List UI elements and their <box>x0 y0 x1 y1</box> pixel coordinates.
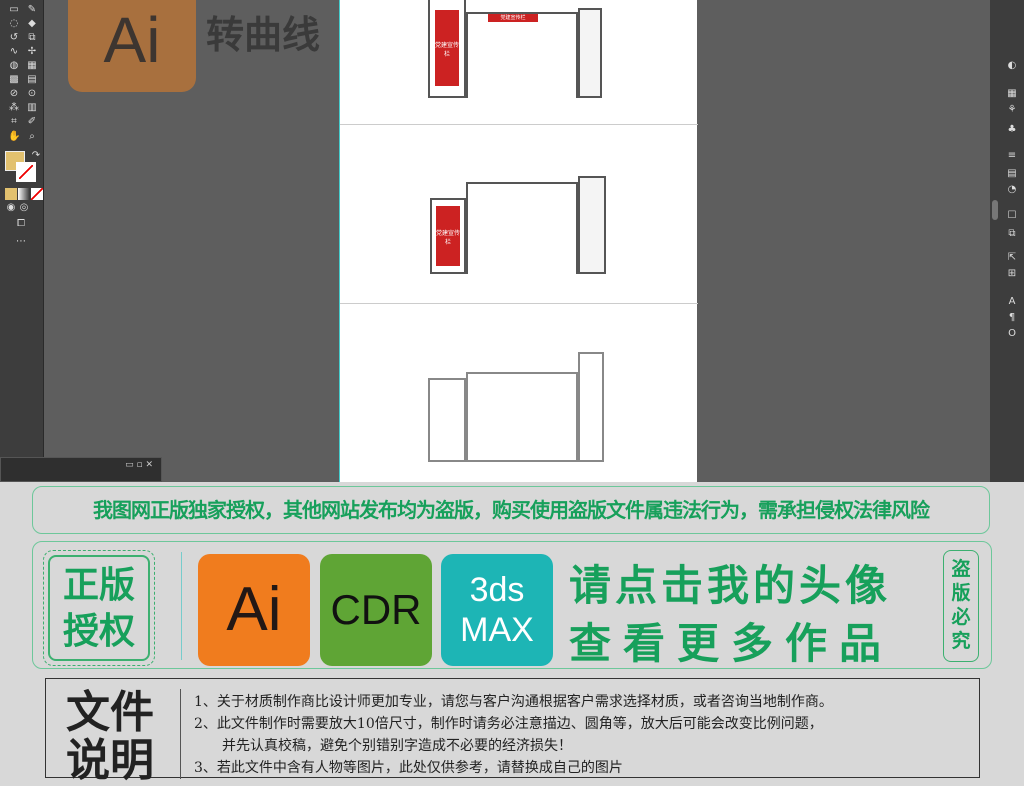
shape-builder-icon[interactable]: ◍ <box>8 60 20 72</box>
piracy-badge: 盗版必究 <box>943 550 979 662</box>
draw-normal-icon[interactable]: ◉ <box>5 202 17 214</box>
scale-tool-icon[interactable]: ⧉ <box>26 32 38 44</box>
canvas-title: 转曲线 <box>206 13 321 57</box>
floating-panel[interactable]: ▭ ▫ ✕ <box>0 457 162 482</box>
ai-badge: Ai <box>198 554 310 666</box>
artboard: 党建宣传栏 党建宣传栏 党建宣传栏 <box>339 0 698 482</box>
slice-tool-icon[interactable]: ✐ <box>26 116 38 128</box>
note-item: 并先认真校稿，避免个别错别字造成不必要的经济损失！ <box>222 738 572 754</box>
brushes-icon[interactable]: ⚘ <box>1006 104 1018 116</box>
file-notes: 文件说明 1、关于材质制作商比设计师更加专业，请您与客户沟通根据客户需求选择材质… <box>45 678 980 785</box>
illustrator-workspace: ▭ ✎ ◌ ◆ ↺ ⧉ ∿ ✢ ◍ ▦ ▩ ▤ ⊘ ⊙ ⁂ ▥ ⌗ ✐ ✋ ⌕ … <box>0 0 1024 482</box>
screen-mode-icon[interactable]: ⧠ <box>15 218 27 230</box>
export-icon[interactable]: ⇱ <box>1006 252 1018 264</box>
red-board: 党建宣传栏 <box>436 206 460 266</box>
badge-line: 正版 <box>62 565 135 606</box>
paragraph-icon[interactable]: ¶ <box>1006 312 1018 324</box>
swatches-icon[interactable]: ▦ <box>1006 88 1018 100</box>
shelter-frame <box>466 372 578 462</box>
gradient-mode-icon[interactable] <box>18 188 30 200</box>
blend-tool-icon[interactable]: ⊙ <box>26 88 38 100</box>
blob-brush-tool-icon[interactable]: ◌ <box>8 18 20 30</box>
swap-colors-icon[interactable]: ↷ <box>30 150 42 162</box>
color-mode-icon[interactable] <box>5 188 17 200</box>
red-board: 党建宣传栏 <box>435 10 459 86</box>
side-panel <box>578 176 606 274</box>
badge-line: 授权 <box>62 611 135 652</box>
right-panels <box>990 0 1024 482</box>
puppet-warp-icon[interactable]: ✢ <box>26 46 38 58</box>
artboard-tool-icon[interactable]: ⌗ <box>8 116 20 128</box>
none-mode-icon[interactable] <box>31 188 43 200</box>
ai-logo: Ai <box>68 0 196 92</box>
note-item: 2、此文件制作时需要放大10倍尺寸，制作时请务必注意描边、圆角等，放大后可能会改… <box>194 716 823 732</box>
promo-line-2[interactable]: 查看更多作品 <box>569 610 893 671</box>
top-sign: 党建宣传栏 <box>488 14 538 22</box>
tools-panel: ▭ ✎ ◌ ◆ ↺ ⧉ ∿ ✢ ◍ ▦ ▩ ▤ ⊘ ⊙ ⁂ ▥ ⌗ ✐ ✋ ⌕ … <box>0 0 44 482</box>
symbols-icon[interactable]: ♣ <box>1006 124 1018 136</box>
genuine-license-badge: 正版 授权 <box>43 550 155 666</box>
character-icon[interactable]: A <box>1006 296 1018 308</box>
divider <box>180 689 181 779</box>
divider <box>181 552 182 660</box>
mesh-tool-icon[interactable]: ▩ <box>8 74 20 86</box>
paintbrush-tool-icon[interactable]: ✎ <box>26 4 38 16</box>
hand-tool-icon[interactable]: ✋ <box>8 131 20 143</box>
badge-line: 3ds <box>469 571 525 609</box>
more-tools-icon[interactable]: ⋯ <box>15 236 27 248</box>
note-item: 3、若此文件中含有人物等图片，此处仅供参考，请替换成自己的图片 <box>194 760 623 776</box>
eraser-tool-icon[interactable]: ◆ <box>26 18 38 30</box>
divider <box>340 303 698 304</box>
rectangle-tool-icon[interactable]: ▭ <box>8 4 20 16</box>
graph-tool-icon[interactable]: ▥ <box>26 102 38 114</box>
appearance-icon[interactable]: ☐ <box>1006 210 1018 222</box>
cdr-badge: CDR <box>320 554 432 666</box>
kiosk-frame <box>428 378 466 462</box>
layers-icon[interactable]: ⧉ <box>1006 228 1018 240</box>
shelter-frame <box>466 182 578 274</box>
scrollbar[interactable] <box>992 200 998 220</box>
zoom-tool-icon[interactable]: ⌕ <box>26 131 38 143</box>
window-controls-icon[interactable]: ▭ ▫ ✕ <box>125 460 153 470</box>
opentype-icon[interactable]: O <box>1006 328 1018 340</box>
draw-behind-icon[interactable]: ◎ <box>18 202 30 214</box>
symbol-sprayer-icon[interactable]: ⁂ <box>8 102 20 114</box>
transparency-icon[interactable]: ◔ <box>1006 184 1018 196</box>
panel-icon[interactable]: ◐ <box>1006 60 1018 72</box>
gradient-tool-icon[interactable]: ▤ <box>26 74 38 86</box>
eyedropper-icon[interactable]: ⊘ <box>8 88 20 100</box>
divider <box>340 124 698 125</box>
rotate-tool-icon[interactable]: ↺ <box>8 32 20 44</box>
gradient-icon[interactable]: ▤ <box>1006 168 1018 180</box>
3dsmax-badge: 3ds MAX <box>441 554 553 666</box>
note-item: 1、关于材质制作商比设计师更加专业，请您与客户沟通根据客户需求选择材质，或者咨询… <box>194 694 833 710</box>
badge-line: MAX <box>460 611 534 649</box>
notes-title: 文件说明 <box>66 687 154 786</box>
artboards-icon[interactable]: ⊞ <box>1006 268 1018 280</box>
promo-line-1[interactable]: 请点击我的头像 <box>569 552 891 613</box>
warp-tool-icon[interactable]: ∿ <box>8 46 20 58</box>
copyright-banner: 我图网正版独家授权，其他网站发布均为盗版，购买使用盗版文件属违法行为，需承担侵权… <box>32 486 990 534</box>
promo-box: 正版 授权 Ai CDR 3ds MAX 请点击我的头像 查看更多作品 盗版必究 <box>32 541 992 669</box>
perspective-grid-icon[interactable]: ▦ <box>26 60 38 72</box>
stroke-color-swatch[interactable] <box>16 162 36 182</box>
side-panel <box>578 8 602 98</box>
side-panel <box>578 352 604 462</box>
shelter-frame <box>466 12 578 98</box>
stroke-icon[interactable]: ≡ <box>1006 150 1018 162</box>
